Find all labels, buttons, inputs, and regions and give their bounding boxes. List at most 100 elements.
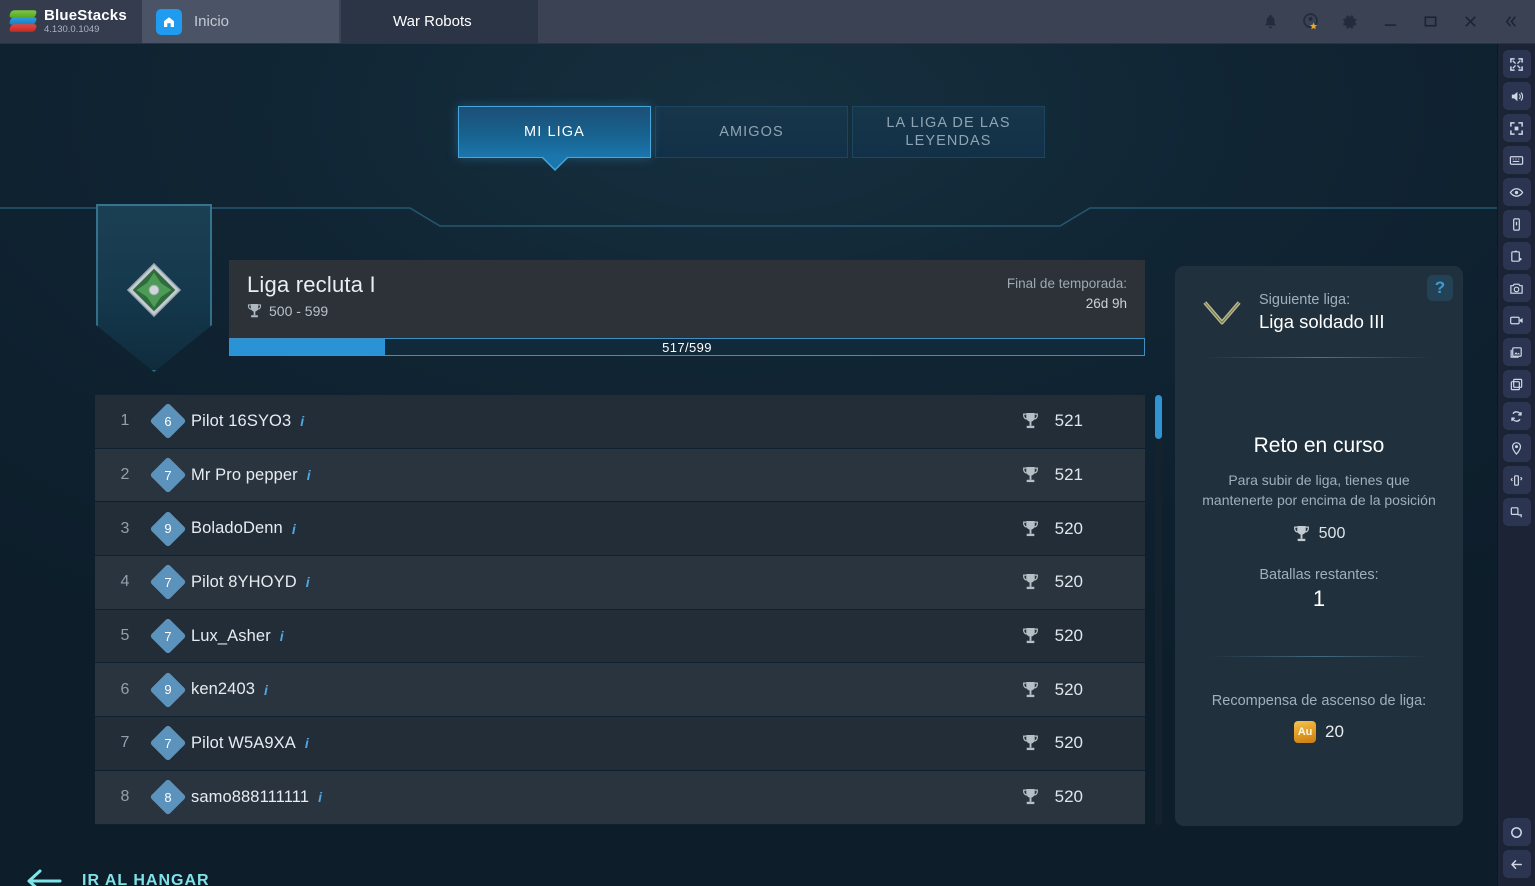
- reward-row: Au 20: [1175, 720, 1463, 743]
- battles-remaining-label: Batallas restantes:: [1259, 566, 1379, 583]
- keyboard-icon[interactable]: [1502, 146, 1531, 174]
- camera-icon[interactable]: [1502, 274, 1531, 302]
- help-button[interactable]: ?: [1427, 275, 1453, 301]
- row-trophies: 520: [1054, 572, 1083, 592]
- collapse-chevrons-icon[interactable]: [1491, 0, 1529, 44]
- info-icon[interactable]: i: [318, 789, 322, 805]
- row-score: 520: [1022, 680, 1145, 700]
- table-row[interactable]: 7 7 Pilot W5A9XA i 520: [95, 717, 1145, 771]
- player-name: ken2403: [191, 680, 256, 699]
- player-level-badge: 6: [149, 402, 187, 440]
- challenge-panel: ? Siguiente liga: Liga soldado III Reto …: [1175, 266, 1463, 826]
- tab-war-robots-label: War Robots: [393, 13, 472, 30]
- tab-mi-liga[interactable]: MI LIGA: [458, 106, 651, 158]
- player-level-badge: 7: [149, 564, 187, 601]
- league-trophy-range: 500 - 599: [247, 303, 1127, 319]
- tab-inicio[interactable]: Inicio: [142, 0, 339, 43]
- resize-screen-icon[interactable]: [1502, 114, 1531, 142]
- info-icon[interactable]: i: [264, 682, 268, 698]
- notifications-icon[interactable]: [1251, 0, 1289, 44]
- player-level-value: 8: [164, 789, 172, 805]
- player-level-value: 9: [164, 521, 172, 537]
- go-to-hangar-label: IR AL HANGAR: [82, 872, 210, 886]
- challenge-description: Para subir de liga, tienes que mantenert…: [1202, 472, 1436, 509]
- row-rank: 4: [120, 573, 130, 591]
- info-icon[interactable]: i: [300, 413, 304, 429]
- tab-war-robots[interactable]: War Robots: [341, 0, 538, 79]
- rank-chevron-icon: [1203, 300, 1241, 324]
- back-arrow-icon[interactable]: [1502, 850, 1531, 878]
- table-row[interactable]: 1 6 Pilot 16SYO3 i 521: [95, 395, 1145, 449]
- tab-liga-leyendas[interactable]: LA LIGA DE LAS LEYENDAS: [852, 106, 1045, 158]
- row-trophies: 520: [1054, 626, 1083, 646]
- fullscreen-icon[interactable]: [1502, 50, 1531, 78]
- player-name: Pilot 8YHOYD: [191, 572, 297, 591]
- info-icon[interactable]: i: [292, 521, 296, 537]
- trophy-icon: [1023, 413, 1038, 429]
- row-rank: 1: [120, 412, 130, 430]
- info-icon[interactable]: i: [306, 574, 310, 590]
- trophy-icon: [1023, 467, 1038, 483]
- trophy-icon: [1023, 735, 1038, 751]
- settings-gear-icon[interactable]: [1331, 0, 1369, 44]
- scrollbar-thumb[interactable]: [1155, 395, 1162, 439]
- player-level-value: 9: [164, 682, 172, 698]
- table-row[interactable]: 6 9 ken2403 i 520: [95, 663, 1145, 718]
- table-row[interactable]: 2 7 Mr Pro pepper i 521: [95, 448, 1145, 503]
- leaderboard-scrollbar[interactable]: [1155, 395, 1162, 825]
- tab-liga-leyendas-label: LA LIGA DE LAS LEYENDAS: [886, 114, 1011, 149]
- player-level-value: 7: [164, 628, 172, 644]
- table-row[interactable]: 8 8 samo888111111 i 520: [95, 770, 1145, 825]
- tab-amigos[interactable]: AMIGOS: [655, 106, 848, 158]
- maximize-icon[interactable]: [1411, 0, 1449, 44]
- video-record-icon[interactable]: [1502, 306, 1531, 334]
- info-icon[interactable]: i: [307, 467, 311, 483]
- go-to-hangar-button[interactable]: IR AL HANGAR: [24, 866, 210, 886]
- league-progress-text: 517/599: [662, 339, 712, 355]
- player-level-badge: 7: [149, 456, 187, 494]
- location-pin-icon[interactable]: [1502, 434, 1531, 462]
- volume-icon[interactable]: [1502, 82, 1531, 110]
- league-emblem-icon: [126, 262, 182, 318]
- row-trophies: 520: [1054, 518, 1083, 538]
- row-rank: 3: [120, 519, 130, 537]
- close-icon[interactable]: [1451, 0, 1489, 44]
- player-level-badge: 7: [149, 725, 187, 762]
- leaderboard: 1 6 Pilot 16SYO3 i 521 2 7 Mr Pro pepper i 521 3 9 B…: [95, 395, 1145, 825]
- player-level-badge: 8: [149, 778, 187, 816]
- tab-mi-liga-label: MI LIGA: [524, 123, 585, 140]
- home-circle-icon[interactable]: [1502, 818, 1531, 846]
- table-row[interactable]: 5 7 Lux_Asher i 520: [95, 609, 1145, 664]
- shake-icon[interactable]: [1502, 466, 1531, 494]
- table-row[interactable]: 3 9 BoladoDenn i 520: [95, 502, 1145, 557]
- next-league-row: Siguiente liga: Liga soldado III: [1175, 266, 1463, 333]
- row-rank: 6: [120, 680, 130, 698]
- eye-icon[interactable]: [1502, 178, 1531, 206]
- trophy-icon: [1293, 525, 1309, 541]
- panel-divider-1: [1205, 357, 1433, 358]
- sync-icon[interactable]: [1502, 402, 1531, 430]
- trophy-icon: [1023, 574, 1038, 590]
- tab-inicio-label: Inicio: [194, 13, 230, 30]
- season-end: Final de temporada: 26d 9h: [1007, 274, 1127, 315]
- media-manager-icon[interactable]: [1502, 338, 1531, 366]
- player-name: Lux_Asher: [191, 626, 271, 645]
- table-row[interactable]: 4 7 Pilot 8YHOYD i 520: [95, 556, 1145, 610]
- phone-rotate-icon[interactable]: [1502, 210, 1531, 238]
- league-info-card: Liga recluta I 500 - 599 Final de tempor…: [229, 260, 1145, 338]
- macro-icon[interactable]: [1502, 498, 1531, 526]
- gold-currency-icon: Au: [1294, 720, 1317, 743]
- decorative-divider: [0, 204, 1497, 230]
- multi-instance-icon[interactable]: [1502, 370, 1531, 398]
- points-star-icon[interactable]: [1291, 0, 1329, 44]
- row-score: 521: [1022, 411, 1145, 431]
- next-league-label: Siguiente liga:: [1259, 292, 1351, 308]
- league-range-value: 500 - 599: [269, 303, 329, 319]
- trophy-icon: [1023, 789, 1038, 805]
- back-arrow-icon: [27, 869, 62, 886]
- info-icon[interactable]: i: [305, 735, 309, 751]
- game-viewport: MI LIGA AMIGOS LA LIGA DE LAS LEYENDAS L…: [0, 44, 1497, 886]
- minimize-icon[interactable]: [1371, 0, 1409, 44]
- copy-paste-icon[interactable]: [1502, 242, 1531, 270]
- info-icon[interactable]: i: [280, 628, 284, 644]
